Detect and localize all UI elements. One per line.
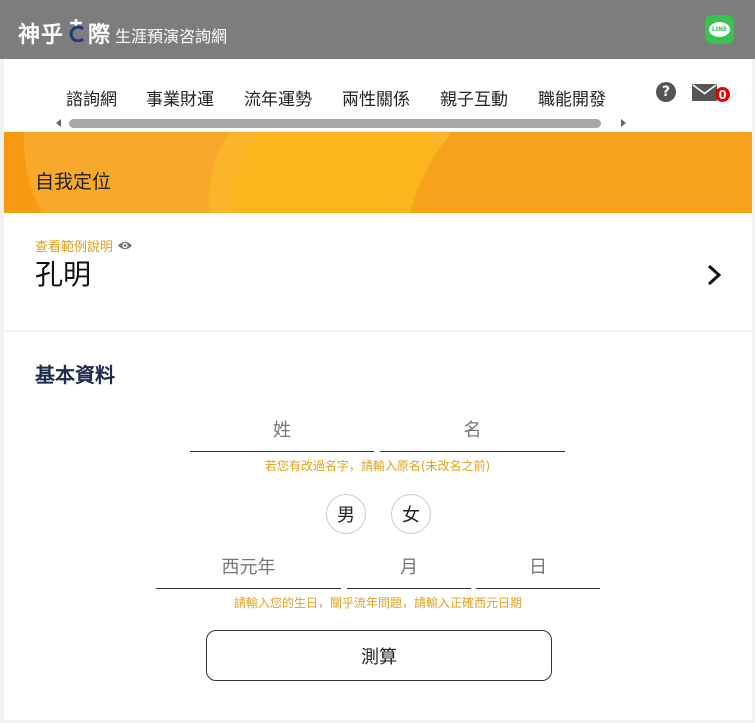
mail-icon[interactable] [692, 84, 717, 101]
birth-day-input[interactable] [476, 546, 600, 589]
nav-item-consult[interactable]: 諮詢網 [66, 85, 117, 110]
nav-item-career-wealth[interactable]: 事業財運 [146, 85, 214, 110]
scroll-left-arrow-icon[interactable] [56, 119, 61, 127]
logo-subtitle: 生涯預演咨詢網 [115, 27, 228, 46]
gender-female-button[interactable]: 女 [391, 494, 431, 534]
profile-name: 孔明 [35, 258, 92, 291]
scroll-right-arrow-icon[interactable] [621, 119, 626, 127]
nav-scrollbar-thumb[interactable] [69, 119, 601, 128]
birth-year-input[interactable] [156, 546, 341, 589]
given-name-input[interactable] [380, 410, 565, 452]
name-hint: 若您有改過名字，請輸入原名(未改名之前) [264, 459, 491, 473]
page-banner: 自我定位 [4, 132, 752, 213]
nav-item-relationship[interactable]: 兩性關係 [342, 85, 410, 110]
calculate-button[interactable]: 測算 [206, 630, 552, 681]
site-logo[interactable]: 神乎 際 生涯預演咨詢網 [18, 17, 227, 49]
top-header: 神乎 際 生涯預演咨詢網 LINE [0, 0, 755, 59]
line-icon: LINE [709, 22, 730, 37]
basic-info-panel: 基本資料 若您有改過名字，請輸入原名(未改名之前) 男 女 請輸入您的生日，關乎… [4, 332, 752, 720]
nav-item-yearly-fortune[interactable]: 流年運勢 [244, 85, 312, 110]
surname-input[interactable] [190, 410, 374, 452]
birth-month-input[interactable] [347, 546, 471, 589]
banner-title: 自我定位 [35, 171, 112, 193]
help-icon[interactable]: ? [656, 82, 676, 102]
birthday-hint: 請輸入您的生日，關乎流年問題，請輸入正確西元日期 [233, 596, 522, 610]
logo-text-secondary: 際 [88, 23, 112, 48]
mail-count-badge: 0 [715, 87, 730, 102]
eye-icon [118, 241, 133, 250]
profile-panel: 查看範例說明 孔明 [4, 213, 752, 330]
gender-male-button[interactable]: 男 [326, 494, 366, 534]
line-share-button[interactable]: LINE [705, 15, 734, 44]
chevron-right-icon[interactable] [704, 263, 724, 287]
basic-info-title: 基本資料 [35, 363, 115, 387]
nav-item-skill-development[interactable]: 職能開發 [538, 85, 606, 110]
logo-mark-icon [65, 18, 87, 43]
logo-text-primary: 神乎 [18, 23, 65, 48]
banner-decoration [24, 132, 752, 213]
nav-item-parent-child[interactable]: 親子互動 [440, 85, 508, 110]
main-nav: 諮詢網 事業財運 流年運勢 兩性關係 親子互動 職能開發 ? 0 [4, 59, 752, 132]
